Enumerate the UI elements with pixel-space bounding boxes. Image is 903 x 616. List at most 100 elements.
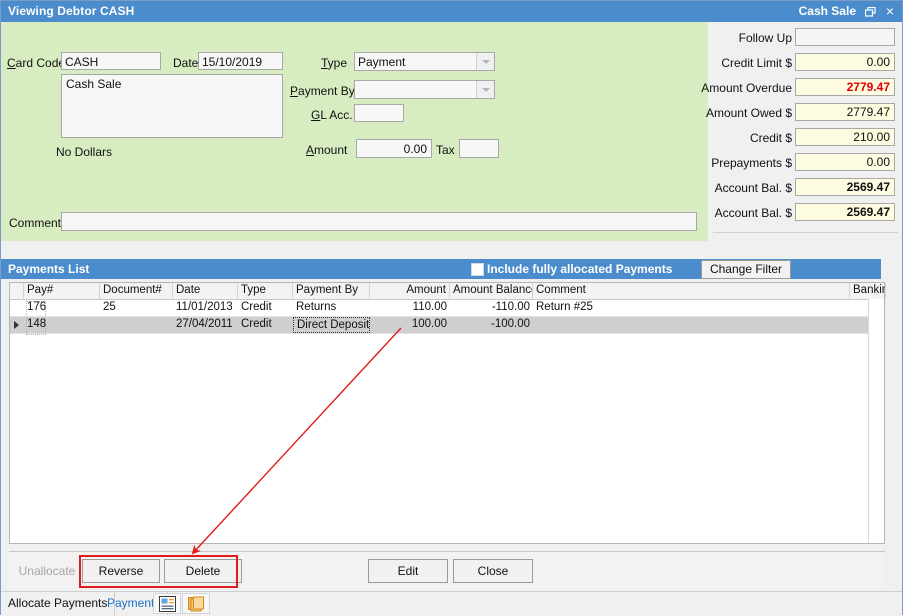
payment-by-dropdown[interactable] xyxy=(354,80,495,99)
account-summary-panel: Follow Up Credit Limit $0.00 Amount Overdu… xyxy=(701,22,902,241)
summary-row: Credit Limit $0.00 xyxy=(708,53,902,74)
grid-cell-amount-balance[interactable]: -100.00 xyxy=(450,317,533,333)
grid-column-header[interactable]: Banking xyxy=(850,283,886,299)
window-title-right: Cash Sale xyxy=(798,4,856,18)
payments-grid: Pay# Document# Date Type Payment By Amount Amo… xyxy=(9,282,886,544)
summary-row: Amount Owed $2779.47 xyxy=(705,103,902,124)
summary-row-label: Prepayments $ xyxy=(711,156,792,170)
grid-cell-document-no[interactable] xyxy=(100,317,173,333)
summary-row-value[interactable]: 0.00 xyxy=(795,153,895,171)
grid-cell-type[interactable]: Credit xyxy=(238,300,293,316)
summary-row-value[interactable]: 2569.47 xyxy=(795,203,895,221)
summary-row-label: Follow Up xyxy=(738,31,792,45)
grid-cell-amount[interactable]: 100.00 xyxy=(370,317,450,333)
table-row[interactable]: 176 25 11/01/2013 Credit Returns 110.00 -110.0… xyxy=(10,300,884,318)
payments-grid-header: Pay# Document# Date Type Payment By Amount Amo… xyxy=(10,283,886,300)
chevron-down-icon[interactable] xyxy=(476,53,494,70)
summary-row-value[interactable] xyxy=(795,28,895,46)
grid-row-divider xyxy=(10,333,884,334)
card-code-label: Card Code xyxy=(7,56,66,70)
type-label: Type xyxy=(321,56,348,70)
table-row[interactable]: 148 27/04/2011 Credit Direct Deposit 100.00-… xyxy=(10,317,884,335)
grid-cell-comment[interactable] xyxy=(533,317,850,333)
no-dollars-text: No Dollars xyxy=(56,145,113,159)
summary-row-value[interactable]: 2779.47 xyxy=(795,103,895,121)
gl-acc-label: GL Acc. xyxy=(311,108,353,122)
summary-divider xyxy=(713,232,898,233)
grid-column-header[interactable]: Amount xyxy=(370,283,450,299)
bottom-tab-strip: Allocate Payments Payments xyxy=(1,591,902,616)
row-selection-indicator-icon xyxy=(10,317,24,333)
grid-column-header[interactable]: Date xyxy=(173,283,238,299)
summary-row: Credit $210.00 xyxy=(708,128,902,149)
restore-icon[interactable] xyxy=(860,3,880,20)
payment-by-label: Payment By xyxy=(290,84,355,98)
highlight-box-reverse-delete xyxy=(79,555,238,588)
window-title-bar: Viewing Debtor CASH Cash Sale × xyxy=(1,1,902,22)
edit-button[interactable]: Edit xyxy=(368,559,448,583)
grid-vertical-scrollbar[interactable] xyxy=(868,299,884,543)
chevron-down-icon[interactable] xyxy=(476,81,494,98)
include-allocated-checkbox[interactable] xyxy=(471,263,484,276)
grid-cell-type[interactable]: Credit xyxy=(238,317,293,333)
card-code-input[interactable]: CASH xyxy=(61,52,161,70)
tab-allocate-payments[interactable]: Allocate Payments xyxy=(1,592,116,615)
grid-column-header[interactable]: Type xyxy=(238,283,293,299)
grid-corner-header xyxy=(10,283,24,299)
grid-cell-document-no[interactable]: 25 xyxy=(100,300,173,316)
report-icon[interactable] xyxy=(153,593,181,614)
summary-row: Amount Overdue 2779.47 xyxy=(701,78,902,99)
type-dropdown[interactable]: Payment xyxy=(354,52,495,71)
summary-row-label: Credit $ xyxy=(749,131,792,145)
close-button[interactable]: Close xyxy=(453,559,533,583)
include-allocated-label: Include fully allocated Payments xyxy=(487,262,673,276)
grid-cell-comment[interactable]: Return #25 xyxy=(533,300,850,316)
grid-cell-date[interactable]: 11/01/2013 xyxy=(173,300,238,316)
grid-cell-amount[interactable]: 110.00 xyxy=(370,300,450,316)
panel-gap xyxy=(1,241,902,259)
change-filter-button[interactable]: Change Filter xyxy=(701,260,791,279)
amount-input[interactable]: 0.00 xyxy=(356,139,432,158)
date-input[interactable]: 15/10/2019 xyxy=(198,52,283,70)
grid-column-header[interactable]: Amount Balance xyxy=(450,283,533,299)
gl-acc-input[interactable] xyxy=(354,104,404,122)
type-dropdown-value: Payment xyxy=(358,55,406,69)
grid-cell-payment-by[interactable]: Direct Deposit xyxy=(293,317,370,333)
grid-cell-date[interactable]: 27/04/2011 xyxy=(173,317,238,333)
application-window: Viewing Debtor CASH Cash Sale × Card Cod… xyxy=(0,0,903,616)
list-bar-tail xyxy=(881,259,902,279)
summary-row: Prepayments $0.00 xyxy=(708,153,902,174)
date-label: Date xyxy=(173,56,199,70)
tax-input[interactable] xyxy=(459,139,499,158)
window-title-left: Viewing Debtor CASH xyxy=(8,4,135,18)
summary-row-label: Credit Limit $ xyxy=(721,56,792,70)
unallocate-button[interactable]: Unallocate xyxy=(11,559,83,583)
summary-row-value[interactable]: 210.00 xyxy=(795,128,895,146)
grid-column-header[interactable]: Payment By xyxy=(293,283,370,299)
summary-row-value[interactable]: 0.00 xyxy=(795,53,895,71)
summary-row-value[interactable]: 2569.47 xyxy=(795,178,895,196)
summary-row-label: Account Bal. $ xyxy=(714,206,792,220)
grid-cell-pay-no[interactable]: 176 xyxy=(24,300,100,316)
grid-cell-pay-no[interactable]: 148 xyxy=(24,317,100,333)
grid-column-header[interactable]: Pay# xyxy=(24,283,100,299)
payments-list-header-bar: Payments List Include fully allocated Pa… xyxy=(1,259,881,279)
payments-list-title: Payments List xyxy=(8,262,90,276)
tax-label: Tax xyxy=(436,143,455,157)
close-icon[interactable]: × xyxy=(880,3,900,20)
amount-label: Amount xyxy=(306,143,348,157)
grid-cell-payment-by[interactable]: Returns xyxy=(293,300,370,316)
copy-documents-icon[interactable] xyxy=(182,593,210,614)
grid-cell-amount-balance[interactable]: -110.00 xyxy=(450,300,533,316)
comment-input[interactable] xyxy=(61,212,697,231)
summary-row-label: Account Bal. $ xyxy=(714,181,792,195)
summary-row-label: Amount Overdue xyxy=(701,81,792,95)
grid-column-header[interactable]: Comment xyxy=(533,283,850,299)
summary-row: Follow Up xyxy=(708,28,902,49)
summary-row: Account Bal. $2569.47 xyxy=(708,178,902,199)
summary-row: Account Bal. $2569.47 xyxy=(708,203,902,224)
description-textarea[interactable]: Cash Sale xyxy=(61,74,283,138)
summary-row-label: Amount Owed $ xyxy=(705,106,792,120)
summary-row-value[interactable]: 2779.47 xyxy=(795,78,895,96)
grid-column-header[interactable]: Document# xyxy=(100,283,173,299)
